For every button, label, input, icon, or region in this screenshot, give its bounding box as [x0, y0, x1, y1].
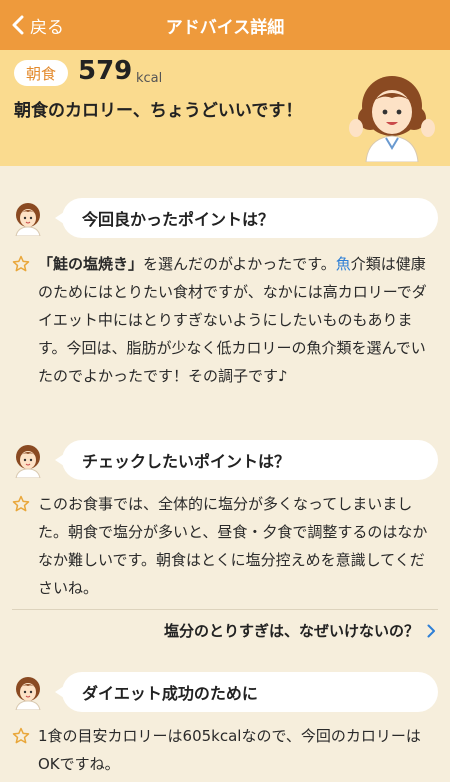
section-body-check: このお食事では、全体的に塩分が多くなってしまいました。朝食で塩分が多いと、昼食・… [12, 490, 438, 602]
salt-info-label: 塩分のとりすぎは、なぜいけないの？ [163, 622, 419, 640]
page-title: アドバイス詳細 [165, 18, 285, 38]
advisor-avatar-icon [15, 203, 41, 236]
calorie-unit: kcal [136, 71, 163, 86]
chevron-right-icon [427, 624, 435, 637]
meal-badge: 朝食 [14, 60, 68, 86]
star-outline-icon [12, 727, 30, 744]
divider [12, 609, 438, 610]
advisor-avatar-icon [15, 677, 41, 710]
section-body-diet: 1食の目安カロリーは605kcalなので、今回のカロリーはOKですね。 [12, 722, 438, 778]
star-outline-icon [12, 495, 30, 512]
highlight-food: 「鮭の塩焼き」 [38, 255, 144, 273]
section-body-good: 「鮭の塩焼き」を選んだのがよかったです。魚介類は健康のためにはとりたい食材ですが… [12, 250, 438, 390]
body-text-a: を選んだのがよかったです。 [143, 255, 336, 273]
summary-message: 朝食のカロリー、ちょうどいいです！ [14, 101, 303, 121]
body-text: このお食事では、全体的に塩分が多くなってしまいました。朝食で塩分が多いと、昼食・… [38, 495, 428, 597]
section-heading: ダイエット成功のために [55, 672, 438, 712]
nav-bar: 戻る アドバイス詳細 [0, 0, 450, 50]
section-heading: 今回良かったポイントは？ [55, 198, 438, 238]
advisor-avatar-icon [15, 445, 41, 478]
meal-summary: 朝食 579 kcal 朝食のカロリー、ちょうどいいです！ [0, 50, 450, 166]
calorie-value: 579 [78, 56, 133, 86]
seafood-link[interactable]: 魚 [336, 255, 351, 273]
body-text: 1食の目安カロリーは605kcalなので、今回のカロリーはOKですね。 [38, 727, 421, 773]
body-text-b: 介類は健康のためにはとりたい食材ですが、なかには高カロリーでダイエット中にはとり… [38, 255, 427, 385]
salt-info-link[interactable]: 塩分のとりすぎは、なぜいけないの？ [164, 620, 436, 641]
star-outline-icon [12, 255, 30, 272]
advisor-avatar-icon [349, 76, 435, 162]
section-heading: チェックしたいポイントは？ [55, 440, 438, 480]
